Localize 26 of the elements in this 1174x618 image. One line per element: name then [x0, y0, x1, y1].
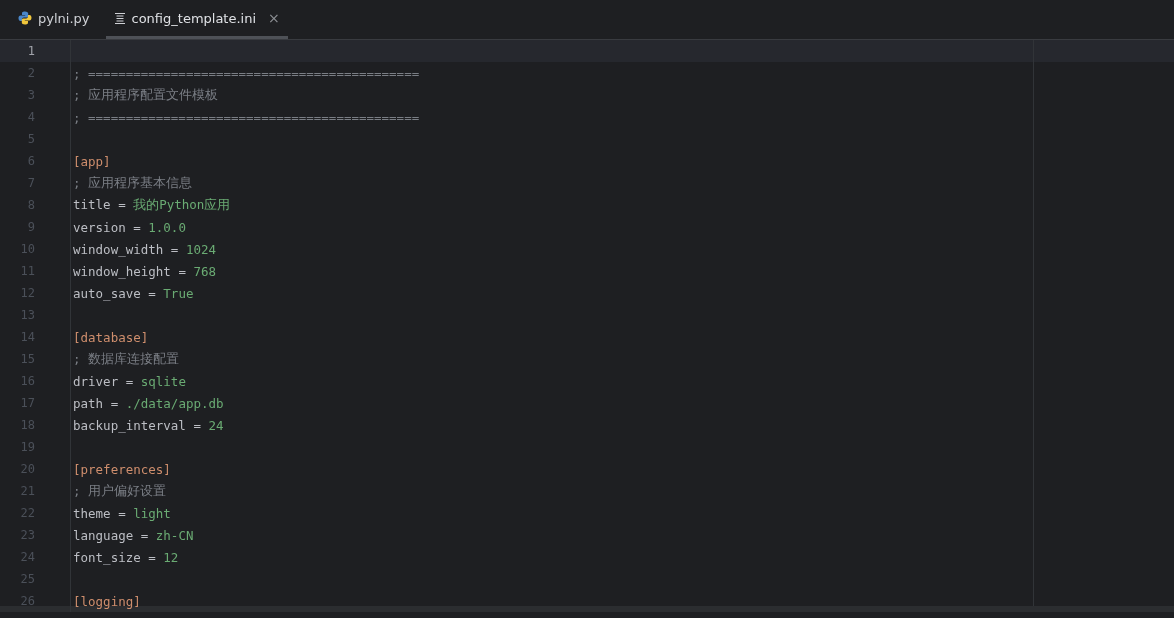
code-line: ; 应用程序配置文件模板: [72, 86, 219, 104]
code-line: [preferences]: [72, 461, 171, 477]
code-line: window_width = 1024: [72, 241, 216, 257]
code-line: font_size = 12: [72, 549, 179, 565]
editor-tab[interactable]: pylni.py: [10, 0, 98, 39]
code-line: backup_interval = 24: [72, 417, 224, 433]
code-line: language = zh-CN: [72, 527, 194, 543]
code-line: ; 应用程序基本信息: [72, 174, 193, 192]
line-number: 1: [26, 44, 35, 58]
code-line: ; 用户偏好设置: [72, 482, 167, 500]
code-line: ; 数据库连接配置: [72, 350, 180, 368]
code-line: driver = sqlite: [72, 373, 186, 389]
code-line: ; ============================================: [72, 109, 420, 125]
text-file-icon: [113, 12, 126, 24]
code-line: path = ./data/app.db: [72, 395, 224, 411]
close-icon[interactable]: ×: [268, 10, 280, 26]
code-line: window_height = 768: [72, 263, 216, 279]
code-line: ; ============================================: [72, 65, 420, 81]
code-line: [app]: [72, 153, 111, 169]
code-line: [database]: [72, 329, 149, 345]
python-icon: [18, 11, 32, 25]
code-line: version = 1.0.0: [72, 219, 186, 235]
code-line: [logging]: [72, 593, 141, 609]
code-line: auto_save = True: [72, 285, 194, 301]
code-line: title = 我的Python应用: [72, 196, 231, 214]
code-line: theme = light: [72, 505, 171, 521]
